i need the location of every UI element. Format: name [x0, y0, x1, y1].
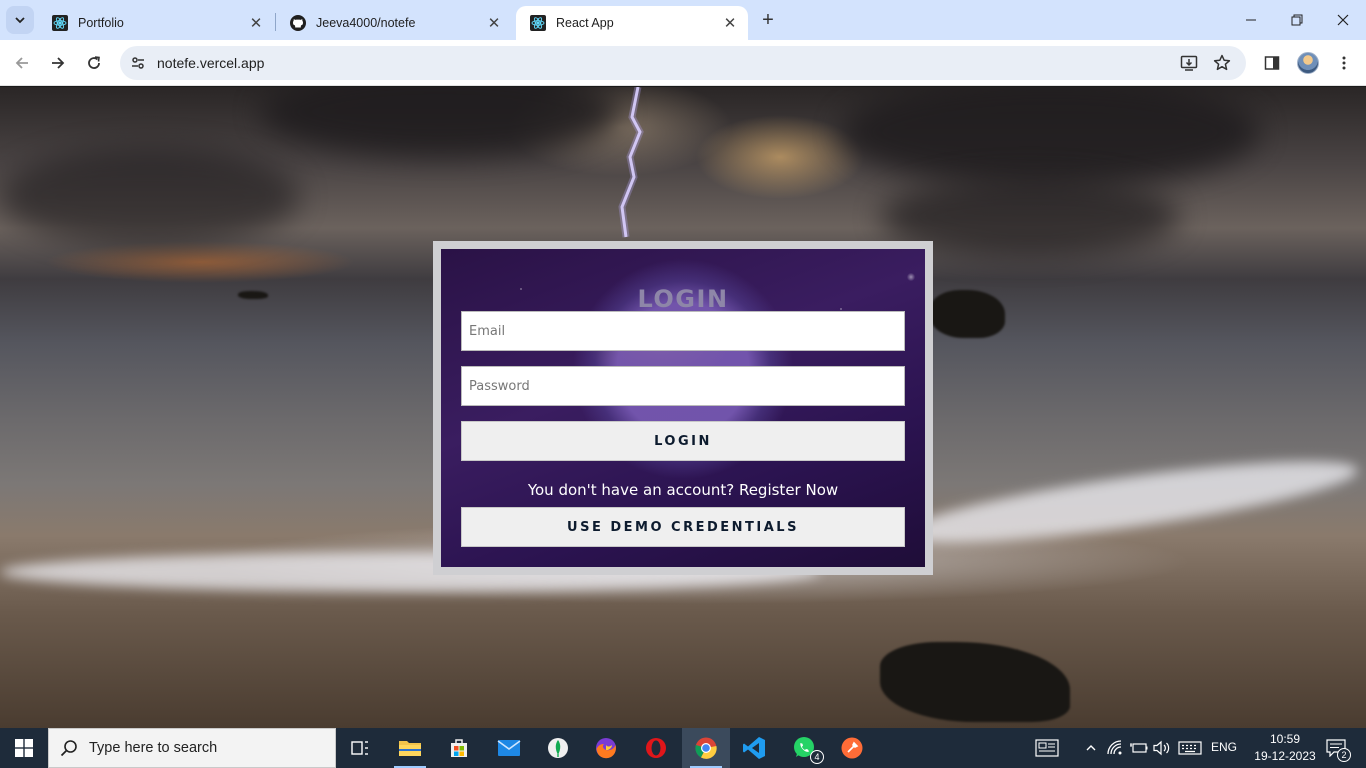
chrome-icon [695, 737, 717, 759]
more-menu-icon[interactable] [1332, 51, 1356, 75]
plus-icon: + [762, 8, 774, 31]
browser-toolbar: notefe.vercel.app [0, 40, 1366, 86]
profile-avatar[interactable] [1297, 52, 1319, 74]
github-icon [290, 15, 306, 31]
minimize-button[interactable] [1228, 0, 1274, 40]
mail-app[interactable] [485, 728, 533, 768]
mongodb-compass-app[interactable] [534, 728, 582, 768]
battery-icon[interactable] [1129, 738, 1149, 758]
reload-button[interactable] [80, 49, 108, 77]
task-view-icon [351, 741, 368, 755]
restore-button[interactable] [1274, 0, 1320, 40]
lightning-bolt [618, 87, 644, 238]
arrow-right-icon [52, 57, 65, 69]
chevron-down-icon [15, 17, 25, 24]
mail-icon [497, 740, 521, 756]
news-widget-icon[interactable] [1034, 738, 1060, 758]
close-icon[interactable]: ✕ [722, 15, 738, 32]
driftwood [880, 642, 1070, 722]
close-window-button[interactable] [1320, 0, 1366, 40]
password-placeholder: Password [469, 378, 530, 394]
tab-react-app[interactable]: React App ✕ [516, 6, 748, 40]
rock [238, 291, 268, 299]
rock [930, 290, 1005, 338]
postman-icon [841, 737, 863, 759]
tab-title: Portfolio [78, 16, 124, 30]
firefox-app[interactable] [582, 728, 630, 768]
clock-time[interactable]: 10:59 [1250, 732, 1320, 746]
cloud [260, 87, 620, 157]
tab-search-button[interactable] [6, 6, 34, 34]
close-icon [1337, 14, 1349, 26]
windows-icon [15, 739, 33, 757]
new-tab-button[interactable]: + [756, 8, 780, 32]
store-icon [451, 739, 467, 757]
vscode-icon [743, 737, 765, 759]
postman-app[interactable] [828, 728, 876, 768]
forward-button[interactable] [44, 49, 72, 77]
arrow-left-icon [15, 57, 28, 69]
minimize-icon [1246, 19, 1256, 21]
file-explorer-app[interactable] [386, 728, 434, 768]
network-icon[interactable] [1106, 738, 1126, 758]
notification-center-button[interactable]: 2 [1323, 738, 1351, 762]
email-field[interactable]: Email [461, 311, 905, 351]
chevron-up-icon[interactable] [1081, 738, 1101, 758]
bookmark-star-icon[interactable] [1212, 53, 1232, 73]
taskbar-search[interactable]: Type here to search [48, 728, 336, 768]
tab-github[interactable]: Jeeva4000/notefe ✕ [276, 6, 512, 40]
opera-app[interactable] [632, 728, 680, 768]
restore-icon [1291, 14, 1303, 26]
cloud [0, 147, 300, 247]
address-bar[interactable]: notefe.vercel.app [120, 46, 1246, 80]
url-text: notefe.vercel.app [157, 55, 265, 71]
back-button[interactable] [8, 49, 36, 77]
wave-foam [898, 445, 1362, 559]
close-icon[interactable]: ✕ [486, 15, 502, 32]
side-panel-icon[interactable] [1260, 51, 1284, 75]
password-field[interactable]: Password [461, 366, 905, 406]
chrome-app[interactable] [682, 728, 730, 768]
volume-icon[interactable] [1152, 738, 1172, 758]
login-form: LOGIN Email Password LOGIN You don't hav… [441, 249, 925, 567]
search-placeholder: Type here to search [89, 740, 218, 756]
taskbar: Type here to search 4 ENG 10:59 19-12-20… [0, 728, 1366, 768]
site-info-icon[interactable] [128, 53, 148, 73]
clock-date[interactable]: 19-12-2023 [1250, 749, 1320, 763]
tab-strip: Portfolio ✕ Jeeva4000/notefe ✕ React App… [0, 0, 1366, 40]
login-card: LOGIN Email Password LOGIN You don't hav… [433, 241, 933, 575]
keyboard-icon[interactable] [1178, 738, 1202, 758]
close-icon[interactable]: ✕ [248, 15, 264, 32]
cloud [840, 87, 1260, 187]
language-indicator[interactable]: ENG [1208, 740, 1240, 754]
email-placeholder: Email [469, 323, 506, 339]
whatsapp-app[interactable]: 4 [780, 728, 828, 768]
tab-title: React App [556, 16, 614, 30]
start-button[interactable] [0, 728, 48, 768]
notification-badge: 4 [810, 750, 824, 764]
folder-icon [399, 741, 421, 756]
vscode-app[interactable] [730, 728, 778, 768]
install-app-icon[interactable] [1179, 53, 1199, 73]
login-button[interactable]: LOGIN [461, 421, 905, 461]
mongodb-icon [548, 738, 568, 758]
react-icon [530, 15, 546, 31]
firefox-icon [596, 738, 616, 759]
demo-credentials-button[interactable]: USE DEMO CREDENTIALS [461, 507, 905, 547]
tab-title: Jeeva4000/notefe [316, 16, 416, 30]
page-background: LOGIN Email Password LOGIN You don't hav… [0, 87, 1366, 728]
react-icon [52, 15, 68, 31]
opera-icon [646, 738, 666, 758]
login-title: LOGIN [637, 285, 729, 313]
reload-icon [88, 56, 100, 69]
register-link[interactable]: You don't have an account? Register Now [441, 481, 925, 499]
notification-count: 2 [1337, 748, 1351, 762]
task-view-button[interactable] [336, 728, 384, 768]
tab-portfolio[interactable]: Portfolio ✕ [38, 6, 274, 40]
microsoft-store-app[interactable] [435, 728, 483, 768]
search-icon [49, 739, 89, 757]
